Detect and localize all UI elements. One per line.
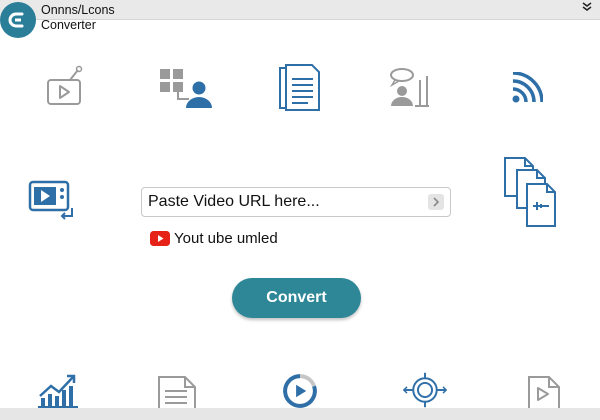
file-convert-icon <box>503 156 565 237</box>
document-icon <box>278 63 322 118</box>
tv-play-icon <box>44 64 86 113</box>
chat-user-icon <box>385 66 433 115</box>
converter-logo-icon <box>0 2 36 38</box>
bar-chart-icon <box>37 372 79 413</box>
network-user-icon <box>159 68 213 115</box>
source-indicator: Yout ube umled <box>150 229 278 247</box>
wifi-signal-icon <box>511 71 544 109</box>
status-strip <box>0 408 600 420</box>
chevron-right-icon <box>433 197 440 207</box>
target-icon <box>397 372 453 413</box>
source-label: Yout ube umled <box>174 229 278 247</box>
convert-button[interactable]: Convert <box>232 278 361 318</box>
app-title: Onnns/Lcons <box>41 3 115 17</box>
app-subtitle: Converter <box>41 18 96 32</box>
youtube-icon <box>150 230 170 246</box>
url-input-box[interactable] <box>141 187 451 217</box>
app-window: Onnns/Lcons Converter Paste Video URL he… <box>0 0 600 420</box>
video-player-icon <box>28 178 78 225</box>
url-go-button[interactable] <box>428 194 444 210</box>
url-input[interactable] <box>148 188 418 216</box>
chevron-down-icon[interactable] <box>580 0 594 14</box>
